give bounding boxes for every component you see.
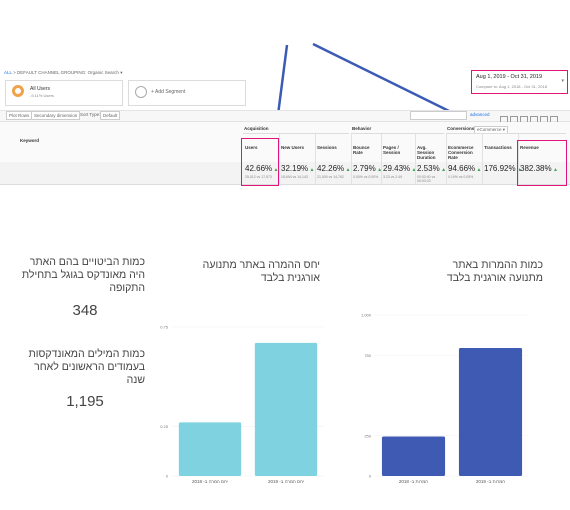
advanced-link[interactable]: advanced	[470, 112, 490, 117]
date-range: Aug 1, 2019 - Oct 31, 2019	[476, 74, 543, 80]
bar-1	[178, 422, 242, 476]
column-header-transactions[interactable]: Transactions	[484, 145, 516, 150]
segment-title: All Users	[30, 86, 51, 92]
y-tick-label: 0.75	[160, 325, 169, 330]
date-range-picker[interactable]: Aug 1, 2019 - Oct 31, 2019 Compare to: A…	[471, 70, 568, 94]
conversion-rate-caption: יחס ההמרה באתר מתנועה אורגנית בלבד	[202, 259, 320, 284]
indexed-year-caption: כמות המילים המאונדקסות בעמודים הראשונים …	[28, 348, 146, 386]
add-segment-circle-icon	[135, 86, 147, 98]
y-tick-label: 0	[166, 474, 169, 479]
value-avg-session-duration: 2.53% ▲	[417, 164, 447, 173]
compare-ecommerce-conversion-rate: 0.19% vs 0.05%	[448, 175, 474, 179]
column-header-bounce-rate[interactable]: Bounce Rate	[353, 145, 379, 155]
bar-2	[254, 342, 318, 476]
column-header-avg-session-duration[interactable]: Avg. Session Duration	[417, 145, 444, 160]
y-tick-label: 750	[364, 353, 371, 358]
add-segment-label: + Add Segment	[151, 89, 186, 95]
bar-2	[458, 348, 523, 476]
segment-donut-icon	[12, 85, 24, 97]
analytics-panel: ALL > DEFAULT CHANNEL GROUPING: Organic …	[0, 62, 570, 197]
indexed-start-value: 348	[72, 302, 98, 319]
revenue-highlight	[517, 140, 567, 186]
conversion-rate-chart: 0 0.25 0.75 יחס המרה ב- 2018 יחס המרה ב- 201…	[160, 325, 324, 484]
y-tick-label: 0.25	[160, 424, 169, 429]
column-header-pages-session[interactable]: Pages / Session	[383, 145, 413, 155]
y-tick-label: 0	[369, 474, 372, 479]
value-new-users: 32.19% ▲	[281, 164, 315, 173]
conversions-chart: 0 250 750 1,000 המרות ב- 2018 המרות ב- 2019	[361, 313, 529, 484]
compare-pages-session: 3.23 vs 2.49	[383, 175, 403, 179]
sort-type-select[interactable]: Default	[100, 111, 121, 120]
value-pages-session: 29.43% ▲	[383, 164, 417, 173]
up-arrow-icon: ▲	[475, 167, 482, 173]
conversions-caption: כמות ההמרות באתר מתנועה אורגנית בלבד	[446, 259, 543, 284]
add-segment-button[interactable]: + Add Segment	[128, 80, 246, 106]
indexed-year-value: 1,195	[66, 393, 104, 410]
compare-bounce-rate: 0.00% vs 0.00%	[353, 175, 379, 179]
acquisition-group: Acquisition	[244, 126, 269, 131]
value-ecommerce-conversion-rate: 94.66% ▲	[448, 164, 482, 173]
sort-type-label: Sort Type:	[80, 112, 101, 117]
compare-line: Compare to: Aug 1, 2018 - Oct 31, 2018	[476, 84, 547, 89]
users-highlight	[241, 138, 279, 186]
compare-avg-session-duration: 00:03:40 vs 00:03:23	[417, 175, 436, 183]
y-tick-label: 250	[364, 433, 371, 438]
column-header-ecommerce-conversion-rate[interactable]: Ecommerce Conversion Rate	[448, 145, 480, 160]
x-tick-label: יחס המרה ב- 2018	[192, 479, 228, 484]
compare-sessions: 21,000 vs 14,762	[317, 175, 344, 179]
chevron-down-icon: ▾	[561, 78, 564, 84]
bar-1	[381, 436, 446, 476]
x-tick-label: יחס המרה ב- 2019	[268, 479, 304, 484]
up-arrow-icon: ▲	[308, 167, 315, 173]
table-search-input[interactable]	[410, 111, 467, 120]
value-sessions: 42.26% ▲	[317, 164, 351, 173]
secondary-dimension-select[interactable]: Secondary dimension	[31, 111, 81, 120]
breadcrumb[interactable]: ALL > DEFAULT CHANNEL GROUPING: Organic …	[4, 70, 122, 76]
segment-all-users[interactable]: All Users -9.11% Users	[5, 80, 123, 106]
plot-rows-button[interactable]: Plot Rows	[6, 111, 33, 120]
value-bounce-rate: 2.79% ▲	[353, 164, 383, 173]
keyword-header[interactable]: Keyword	[20, 138, 39, 143]
segment-sub: -9.11% Users	[30, 93, 54, 98]
behavior-group: Behavior	[352, 126, 372, 131]
y-tick-label: 1,000	[361, 313, 372, 318]
indexed-start-caption: כמות הביטויים בהם האתר היה מאונדקס בגוגל…	[21, 256, 145, 294]
x-tick-label: המרות ב- 2019	[476, 479, 505, 484]
column-header-new-users[interactable]: New Users	[281, 145, 313, 150]
x-tick-label: המרות ב- 2018	[399, 479, 428, 484]
column-header-sessions[interactable]: Sessions	[317, 145, 349, 150]
conversions-group: Conversions	[447, 126, 475, 131]
compare-new-users: 18,694 vs 14,143	[281, 175, 308, 179]
up-arrow-icon: ▲	[344, 167, 351, 173]
